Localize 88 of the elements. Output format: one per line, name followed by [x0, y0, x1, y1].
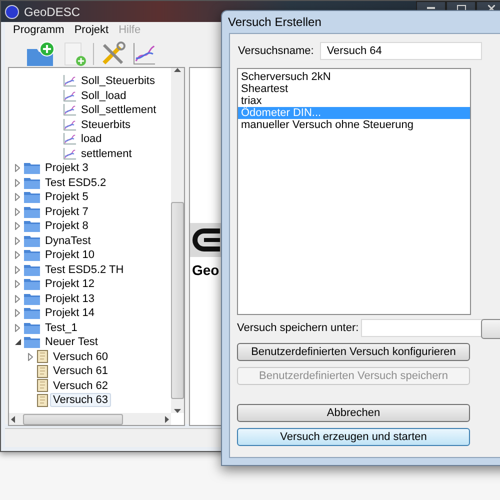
minimize-icon [427, 7, 435, 10]
expand-arrow-icon[interactable] [15, 266, 20, 274]
document-icon [37, 394, 48, 407]
vertical-scrollbar[interactable] [171, 68, 184, 413]
menu-item[interactable]: Projekt [74, 24, 109, 40]
new-folder-icon[interactable] [25, 40, 57, 66]
dialog-title: Versuch Erstellen [227, 14, 322, 31]
tree-item[interactable]: Versuch 60 [50, 350, 112, 364]
folder-icon [24, 162, 40, 174]
tree-item[interactable]: Versuch 62 [50, 378, 112, 393]
collapse-arrow-icon[interactable] [14, 339, 20, 346]
tree-item[interactable]: Projekt 14 [42, 306, 98, 320]
scroll-down-icon[interactable] [174, 409, 181, 413]
list-item[interactable]: triax [238, 95, 470, 107]
expand-arrow-icon[interactable] [15, 178, 20, 187]
tree-item[interactable]: Projekt 7 [42, 204, 92, 219]
scroll-right-icon[interactable] [165, 416, 169, 422]
tree-item[interactable]: Test ESD5.2 [42, 176, 110, 190]
folder-icon [24, 307, 40, 320]
chart-icon [63, 75, 76, 88]
save-label: Versuch speichern unter: [237, 322, 359, 334]
document-icon [37, 350, 48, 364]
chart-icon [63, 104, 76, 116]
tree-item[interactable]: Projekt 10 [42, 248, 98, 262]
tree-item[interactable]: Versuch 63 [50, 393, 112, 408]
tools-icon[interactable] [100, 40, 126, 66]
logo-text: Geo [191, 261, 220, 278]
expand-arrow-icon[interactable] [15, 193, 20, 202]
tree-item[interactable]: Versuch 61 [50, 364, 112, 378]
folder-icon [24, 322, 40, 334]
document-icon [37, 379, 48, 392]
expand-arrow-icon[interactable] [15, 294, 20, 303]
tree-item[interactable]: DynaTest [42, 234, 94, 248]
tree-item[interactable]: Projekt 12 [42, 277, 98, 292]
logo-icon [190, 228, 220, 252]
folder-icon [24, 264, 40, 276]
expand-arrow-icon[interactable] [15, 208, 20, 216]
tree-item[interactable]: settlement [78, 146, 135, 161]
tree-item[interactable]: Soll_Steuerbits [78, 74, 158, 88]
tree-item[interactable]: Test ESD5.2 TH [42, 262, 127, 277]
folder-icon [24, 220, 40, 232]
new-document-icon[interactable] [63, 40, 87, 66]
tree-item[interactable]: Soll_settlement [78, 103, 160, 118]
document-icon [37, 364, 48, 378]
tree-item[interactable]: Steuerbits [78, 118, 134, 132]
expand-arrow-icon[interactable] [15, 280, 20, 288]
dialog-button[interactable]: Benutzerdefinierten Versuch konfigurieren [237, 343, 470, 361]
dialog-button[interactable]: Versuch erzeugen und starten [237, 428, 470, 446]
tree-item[interactable]: Projekt 5 [42, 190, 92, 204]
menu-item[interactable]: Programm [13, 24, 64, 40]
horizontal-scrollbar[interactable] [9, 413, 171, 425]
tree-item[interactable]: Soll_load [78, 88, 130, 103]
tree-item[interactable]: Projekt 3 [42, 161, 92, 176]
scroll-left-icon[interactable] [11, 416, 15, 422]
folder-icon [24, 206, 40, 218]
tree-item[interactable]: Test_1 [42, 320, 80, 335]
chart-icon [63, 90, 76, 102]
tree-item[interactable]: load [78, 132, 105, 146]
expand-arrow-icon[interactable] [15, 222, 20, 230]
folder-icon [24, 336, 40, 348]
list-item[interactable]: Scherversuch 2kN [238, 71, 470, 83]
expand-arrow-icon[interactable] [15, 324, 20, 332]
expand-arrow-icon[interactable] [15, 251, 20, 260]
list-item[interactable]: Sheartest [238, 83, 470, 95]
expand-arrow-icon[interactable] [15, 309, 20, 318]
folder-icon [24, 292, 40, 305]
chart-icon [63, 148, 76, 160]
folder-icon [24, 234, 40, 247]
tree-item[interactable]: Projekt 8 [42, 219, 92, 234]
chart-icon [63, 133, 76, 146]
window-title: GeoDESC [24, 4, 80, 18]
dialog-button[interactable]: Abbrechen [237, 404, 470, 422]
expand-arrow-icon[interactable] [15, 236, 20, 245]
chart-icon[interactable] [132, 42, 156, 66]
folder-icon [24, 249, 40, 262]
name-label: Versuchsname: [238, 45, 314, 57]
folder-icon [24, 191, 40, 204]
chart-icon [63, 118, 76, 131]
app-icon [5, 4, 19, 18]
tree-item[interactable]: Neuer Test [42, 335, 101, 350]
folder-icon [24, 176, 40, 189]
tree-item[interactable]: Projekt 13 [42, 292, 98, 306]
expand-arrow-icon[interactable] [15, 164, 20, 172]
folder-icon [24, 278, 40, 290]
expand-arrow-icon[interactable] [28, 352, 33, 361]
name-field[interactable]: Versuch 64 [320, 42, 482, 60]
save-field[interactable] [360, 319, 483, 337]
list-item[interactable]: manueller Versuch ohne Steuerung [238, 119, 470, 131]
